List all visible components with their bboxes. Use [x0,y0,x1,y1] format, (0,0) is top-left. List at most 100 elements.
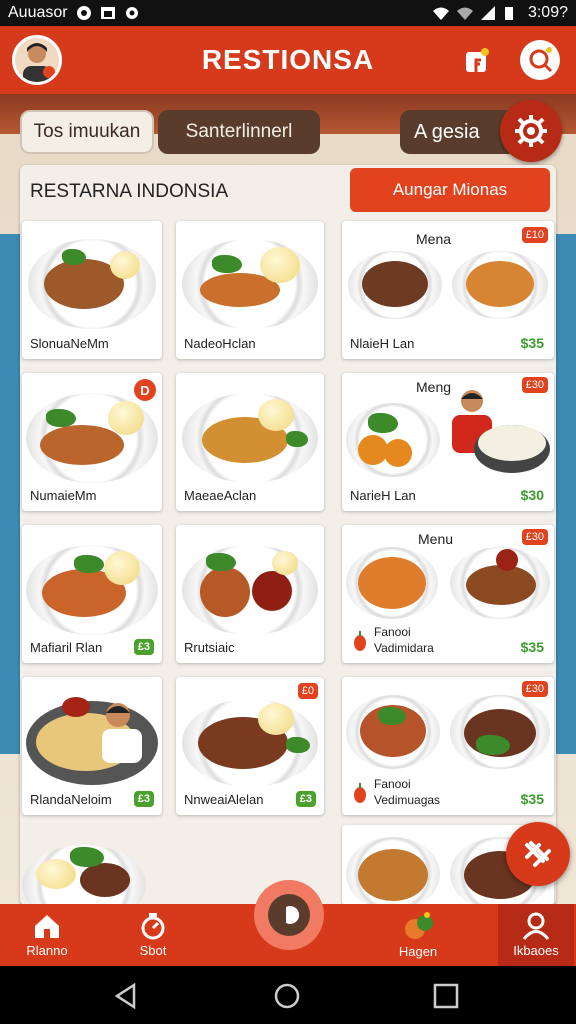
tab-label: Santerlinnerl [185,121,293,142]
tab-tos-imuukan[interactable]: Tos imuukan [20,110,154,154]
garnish-image [212,255,242,273]
dish-price: $35 [520,335,544,351]
garnish-image [378,707,406,725]
egg-image [272,551,298,575]
dish-price: £3 [133,639,154,655]
utensils-icon [525,841,551,867]
back-button[interactable] [112,982,140,1015]
dish-name: NadeoHclan [184,336,256,351]
dish-price: $35 [520,639,544,655]
price-badge: £10 [521,227,548,243]
nav-home-label: Rlanno [26,943,68,958]
menu-card-7[interactable]: Mafiaril Rlan £3 [22,525,162,663]
gear-icon [515,115,547,147]
battery-icon [504,5,520,21]
menu-card-1[interactable]: SlonuaNeMm [22,221,162,359]
notification-icon [76,5,92,21]
garnish-image [74,555,104,573]
garnish-image [286,431,308,447]
menu-card-6[interactable]: Meng £30 NarieH Lan $30 [342,373,554,511]
nav-profile[interactable]: Ikbaoes [498,904,574,966]
dish-name: NlaieH Lan [350,336,415,351]
menu-card-13[interactable] [22,829,162,905]
tab-santerlinnerl[interactable]: Santerlinnerl [158,110,320,154]
nav-home[interactable]: Rlanno [12,904,82,966]
dish-name: SlonuaNeMm [30,336,109,351]
price-badge: £30 [521,529,548,545]
facebook-share-icon [466,48,489,72]
nav-profile-label: Ikbaoes [513,943,559,958]
search-button[interactable] [520,40,560,80]
menu-card-8[interactable]: Rrutsiaic [176,525,324,663]
dish-price: $30 [520,487,544,503]
back-icon [114,982,136,1010]
menu-card-11[interactable]: £0 NnweaiAlelan £3 [176,677,324,815]
nav-hagen[interactable]: Hagen [380,904,456,966]
rice-image [258,703,294,735]
dish-name: RlandaNeloim [30,792,112,807]
menu-card-5[interactable]: MaeaeAclan [176,373,324,511]
dish-image [466,261,534,307]
rice-image [104,551,140,585]
dish-name-line1: Fanooi [374,625,411,639]
diner-illustration [442,387,552,483]
tab-label: A gesia [414,120,480,143]
menu-card-12[interactable]: £30 Fanooi Vedimuagas $35 [342,677,554,815]
wifi-icon [432,5,449,21]
timer-icon [141,913,165,940]
menu-label: Mena [416,231,452,247]
status-bar: Auuasor 3:09? [0,0,576,26]
menu-card-3[interactable]: Mena £10 NlaieH Lan $35 [342,221,554,359]
dish-image [80,863,130,897]
menu-card-4[interactable]: D NumaieMm [22,373,162,511]
menu-card-9[interactable]: Menu £30 Fanooi Vadimidara $35 [342,525,554,663]
settings-status-icon [124,5,140,21]
search-icon [529,47,553,73]
dish-image [40,425,124,465]
dish-name: NumaieMm [30,488,97,503]
wifi-secondary-icon [456,5,473,21]
order-menu-button[interactable]: Aungar Mionas [350,168,550,212]
restaurant-title: RESTARNA INDONSIA [30,181,229,202]
recents-icon [433,983,459,1009]
dish-filter-fab[interactable] [506,822,570,886]
menu-card-2[interactable]: NadeoHclan [176,221,324,359]
garnish-image [476,735,510,755]
dish-name: NnweaiAlelan [184,792,264,807]
count-badge: D [134,379,156,401]
dish-price: £3 [133,791,154,807]
settings-button[interactable] [500,100,562,162]
sauce-bowl [496,549,518,571]
dish-name-line1: Fanooi [374,777,411,791]
dish-image [362,261,428,307]
garnish-image [70,847,104,867]
garnish-image [206,553,236,571]
dish-name: Mafiaril Rlan [30,640,103,655]
nav-hagen-label: Hagen [398,944,438,959]
garnish-image [286,737,310,753]
chili-icon [352,631,368,656]
share-button[interactable] [456,40,496,80]
home-circle-icon [274,983,300,1009]
price-badge: £30 [521,681,548,697]
home-system-button[interactable] [273,982,301,1015]
nav-center-button[interactable] [254,880,324,950]
dish-image [200,567,250,617]
status-carrier-text: Auuasor [8,4,68,21]
recents-button[interactable] [432,982,460,1015]
dish-image [358,849,428,901]
home-icon [35,915,59,938]
compass-icon [268,894,310,936]
tab-a-gesia[interactable]: A gesia [400,110,512,154]
dish-price: £3 [295,791,316,807]
nav-stat-label: Sbot [139,943,167,958]
menu-card-10[interactable]: RlandaNeloim £3 [22,677,162,815]
user-icon [522,912,550,940]
garnish-image [368,413,398,433]
rice-image [36,859,76,889]
rice-image [260,247,300,283]
nav-stat[interactable]: Sbot [118,904,188,966]
background-wall-right [554,234,576,754]
rice-image [258,399,294,431]
garnish-image [62,249,86,265]
